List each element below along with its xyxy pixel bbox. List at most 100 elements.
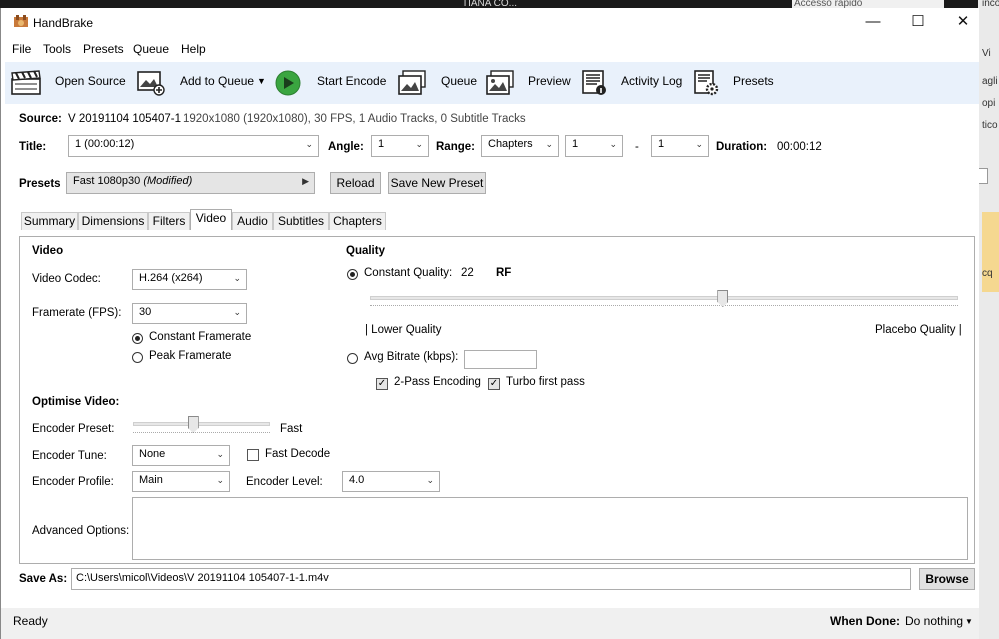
source-name: V 20191104 105407-1 <box>68 113 181 125</box>
presets-button[interactable]: Presets <box>733 74 774 88</box>
avg-bitrate-radio[interactable] <box>347 353 358 364</box>
reload-button[interactable]: Reload <box>330 172 381 194</box>
save-as-label: Save As: <box>19 573 68 585</box>
activity-log-button[interactable]: Activity Log <box>621 74 682 88</box>
range-end-select[interactable]: 1 ⌄ <box>651 135 709 157</box>
start-encode-button[interactable]: Start Encode <box>317 74 386 88</box>
browse-button[interactable]: Browse <box>919 568 975 590</box>
range-select-value: Chapters <box>488 138 533 150</box>
chevron-down-icon: ⌄ <box>305 139 313 149</box>
clapperboard-icon[interactable] <box>11 70 41 96</box>
status-bar: Ready When Done: Do nothing ▼ <box>1 608 979 639</box>
quality-slider-track[interactable] <box>370 296 958 300</box>
preview-button[interactable]: Preview <box>528 74 571 88</box>
angle-label: Angle: <box>328 141 364 153</box>
turbo-first-pass-checkbox[interactable]: ✓ <box>488 378 500 390</box>
avg-bitrate-label: Avg Bitrate (kbps): <box>364 351 459 363</box>
constant-framerate-radio[interactable] <box>132 333 143 344</box>
chevron-down-icon[interactable]: ▼ <box>965 617 973 626</box>
minimize-button[interactable]: — <box>850 8 896 38</box>
activity-log-icon[interactable] <box>579 70 609 96</box>
constant-quality-value: 22 <box>461 267 474 279</box>
tab-chapters[interactable]: Chapters <box>329 212 386 230</box>
video-codec-label: Video Codec: <box>32 273 101 285</box>
when-done-label: When Done: <box>830 614 900 628</box>
angle-select-value: 1 <box>378 138 385 150</box>
background-text: cq <box>982 268 993 279</box>
chevron-down-icon[interactable]: ▼ <box>257 76 266 86</box>
title-select[interactable]: 1 (00:00:12) ⌄ <box>68 135 319 157</box>
constant-quality-radio[interactable] <box>347 269 358 280</box>
framerate-label: Framerate (FPS): <box>32 307 122 319</box>
chevron-down-icon: ⌄ <box>426 475 434 485</box>
framerate-select[interactable]: 30 ⌄ <box>132 303 247 324</box>
tab-filters[interactable]: Filters <box>148 212 190 230</box>
range-start-value: 1 <box>572 138 579 150</box>
peak-framerate-radio[interactable] <box>132 352 143 363</box>
two-pass-checkbox[interactable]: ✓ <box>376 378 388 390</box>
video-section-heading: Video <box>32 245 64 257</box>
save-as-path-input[interactable]: C:\Users\micol\Videos\V 20191104 105407-… <box>71 568 911 590</box>
background-text: opi <box>982 98 996 109</box>
chevron-down-icon: ⌄ <box>695 139 703 149</box>
encoder-tune-label: Encoder Tune: <box>32 450 107 462</box>
add-to-queue-icon[interactable] <box>136 70 166 96</box>
encoder-profile-select[interactable]: Main ⌄ <box>132 471 230 492</box>
title-select-value: 1 (00:00:12) <box>75 138 135 150</box>
maximize-button[interactable]: ☐ <box>895 8 941 38</box>
title-label: Title: <box>19 141 47 153</box>
menu-presets[interactable]: Presets <box>83 42 124 56</box>
encoder-level-select[interactable]: 4.0 ⌄ <box>342 471 440 492</box>
tab-audio[interactable]: Audio <box>232 212 273 230</box>
video-codec-value: H.264 (x264) <box>139 272 203 284</box>
tab-video[interactable]: Video <box>190 209 232 230</box>
preset-modified: (Modified) <box>143 175 193 187</box>
menu-queue[interactable]: Queue <box>133 42 169 56</box>
open-source-button[interactable]: Open Source <box>55 74 126 88</box>
rf-unit-label: RF <box>496 267 512 279</box>
tab-subtitles[interactable]: Subtitles <box>273 212 329 230</box>
when-done-select[interactable]: Do nothing <box>905 614 963 628</box>
range-start-select[interactable]: 1 ⌄ <box>565 135 623 157</box>
fast-decode-checkbox[interactable] <box>247 449 259 461</box>
presets-select[interactable]: Fast 1080p30 (Modified) ▶ <box>66 172 315 194</box>
duration-value: 00:00:12 <box>777 141 822 153</box>
encoder-preset-slider-thumb[interactable] <box>187 416 199 433</box>
save-new-preset-button[interactable]: Save New Preset <box>388 172 486 194</box>
chevron-down-icon: ⌄ <box>216 449 224 459</box>
presets-gear-icon[interactable] <box>691 70 721 96</box>
encoder-preset-label: Encoder Preset: <box>32 423 115 435</box>
menu-help[interactable]: Help <box>181 42 206 56</box>
preview-icon[interactable] <box>485 70 515 96</box>
chevron-down-icon: ⌄ <box>415 139 423 149</box>
chevron-down-icon: ⌄ <box>609 139 617 149</box>
background-text: Vi <box>982 48 991 59</box>
queue-icon[interactable] <box>397 70 427 96</box>
angle-select[interactable]: 1 ⌄ <box>371 135 429 157</box>
tab-summary[interactable]: Summary <box>21 212 78 230</box>
video-codec-select[interactable]: H.264 (x264) ⌄ <box>132 269 247 290</box>
avg-bitrate-input[interactable] <box>464 350 537 369</box>
background-text: tico <box>982 120 998 131</box>
background-text: agli <box>982 76 998 87</box>
range-separator: - <box>635 141 639 153</box>
encoder-level-label: Encoder Level: <box>246 476 323 488</box>
chevron-down-icon: ⌄ <box>545 139 553 149</box>
handbrake-window: HandBrake — ☐ ✕ File Tools Presets Queue… <box>0 8 979 639</box>
encoder-preset-value: Fast <box>280 423 303 435</box>
presets-label: Presets <box>19 178 61 190</box>
background-window-right: inco Vi agli opi tico cq <box>978 0 999 639</box>
advanced-options-textarea[interactable] <box>132 497 968 560</box>
encoder-tune-select[interactable]: None ⌄ <box>132 445 230 466</box>
menu-tools[interactable]: Tools <box>43 42 71 56</box>
menu-file[interactable]: File <box>12 42 31 56</box>
play-icon[interactable] <box>273 70 303 96</box>
add-to-queue-button[interactable]: Add to Queue <box>180 74 254 88</box>
turbo-first-pass-label: Turbo first pass <box>506 376 585 388</box>
tab-dimensions[interactable]: Dimensions <box>78 212 148 230</box>
queue-button[interactable]: Queue <box>441 74 477 88</box>
close-button[interactable]: ✕ <box>940 8 986 38</box>
fast-decode-label: Fast Decode <box>265 448 331 460</box>
range-select[interactable]: Chapters ⌄ <box>481 135 559 157</box>
encoder-preset-slider-track[interactable] <box>133 422 270 426</box>
